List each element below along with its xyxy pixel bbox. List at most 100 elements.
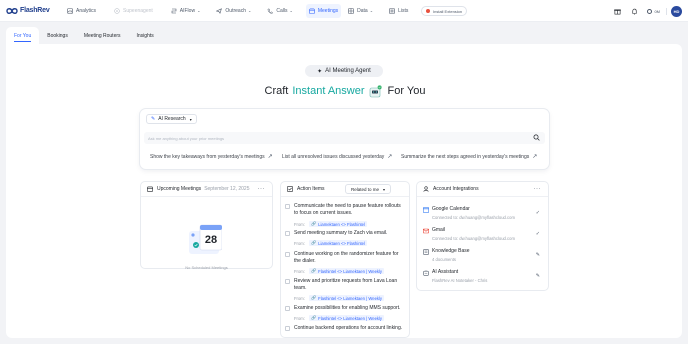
chrome-icon [426,9,430,13]
install-extension-button[interactable]: Install Extension [421,6,468,16]
credits-badge[interactable]: 0M [647,8,660,14]
from-label: From: [294,221,305,227]
suggestion-text: Summarize the next steps agreed in yeste… [401,153,530,160]
integration-status-text: Connected to: dw.huang@myflashcloud.com [432,236,515,241]
search-icon[interactable] [533,134,540,141]
integration-google-calendar[interactable]: Google Calendar Connected to: dw.huang@m… [421,204,544,226]
edit-icon[interactable]: ✎ [536,252,540,258]
action-source: From: 🔗 Liamektaen <> Flashintel [294,240,367,246]
action-checkbox[interactable] [285,326,290,331]
flashrev-logo[interactable]: FlashRev [6,7,62,15]
upcoming-meetings-card: Upcoming Meetings September 12, 2025 ···… [140,181,273,270]
meeting-link-text: Liamektaen <> Flashintel [318,221,365,227]
card-title: Action Items [297,186,325,192]
brand-name: FlashRev [20,7,50,14]
meeting-link-text: Flashintel <> Liamektaen | Weekly [318,295,383,301]
knowledge-base-icon [423,249,429,255]
checklist-icon [287,186,293,192]
action-checkbox[interactable] [285,279,290,284]
meeting-link[interactable]: 🔗 Flashintel <> Liamektaen | Weekly [308,315,385,321]
agent-pill-label: AI Meeting Agent [325,68,371,74]
research-icon: ✎ [151,116,156,122]
filter-label: Related to me [350,186,379,192]
more-options-icon[interactable]: ··· [534,186,542,192]
ai-search-card: ✎ AI Research ▾ Ask me anything about yo… [140,109,549,169]
top-navigation-bar: FlashRev Analytics Supeenagent AIFlow ⌄ … [0,0,688,22]
install-extension-label: Install Extension [433,8,463,14]
nav-aiflow[interactable]: AIFlow ⌄ [168,4,204,18]
arrow-up-right-icon: ↗ [387,154,393,160]
ai-research-label: AI Research [158,116,186,122]
meeting-link-text: Flashintel <> Liamektaen | Weekly [318,268,383,274]
link-icon: 🔗 [310,240,317,245]
suggestion-2[interactable]: List all unresolved issues discussed yes… [282,153,393,161]
suggestion-text: List all unresolved issues discussed yes… [282,153,385,160]
connected-check-icon: ✓ [535,231,540,237]
hero-heading: Craft Instant Answer For You [255,82,435,100]
card-title: Account Integrations [433,186,479,192]
suggestion-text: Show the key takeaways from yesterday's … [150,153,265,160]
integration-gmail[interactable]: Gmail Connected to: dw.huang@myflashclou… [421,225,544,247]
gmail-icon [423,228,429,234]
card-title: Upcoming Meetings [157,186,202,192]
action-items-card: Action Items Related to me ▾ Communicate… [280,181,410,338]
bell-icon[interactable] [630,7,638,15]
nav-label: Meetings [317,7,339,14]
nav-superagent[interactable]: Supeenagent [111,4,156,18]
nav-lists[interactable]: Lists [386,4,411,18]
action-items-list: Communicate the need to pause feature ro… [281,198,409,337]
nav-label: Supeenagent [123,7,153,14]
link-icon: 🔗 [310,268,317,273]
outreach-icon [216,7,223,14]
action-checkbox[interactable] [285,252,290,257]
action-checkbox[interactable] [285,306,290,311]
integration-name: Google Calendar [432,206,470,212]
related-to-me-dropdown[interactable]: Related to me ▾ [344,184,391,194]
search-input[interactable]: Ask me anything about your prior meeting… [144,132,545,144]
analytics-icon [67,7,73,14]
tab-insights[interactable]: Insights [128,27,162,44]
nav-outreach[interactable]: Outreach ⌄ [213,4,254,18]
ai-research-dropdown[interactable]: ✎ AI Research ▾ [146,114,197,124]
suggestion-3[interactable]: Summarize the next steps agreed in yeste… [401,153,537,161]
action-checkbox[interactable] [285,204,290,209]
active-tab-underline [14,41,31,42]
meeting-link[interactable]: 🔗 Liamektaen <> Flashintel [308,221,367,227]
nav-data[interactable]: Data ⌄ [345,4,376,18]
sparkle-icon: ✦ [317,68,323,75]
tab-meeting-routers[interactable]: Meeting Routers [75,27,129,44]
nav-analytics[interactable]: Analytics [64,4,99,18]
link-icon: 🔗 [310,295,317,300]
meeting-link[interactable]: 🔗 Flashintel <> Liamektaen | Weekly [308,295,385,301]
main-nav: Analytics Supeenagent AIFlow ⌄ Outreach … [62,0,411,22]
nav-label: Data [357,7,368,14]
google-calendar-icon [423,207,429,213]
hero-accent: Instant Answer [292,85,365,97]
integration-status-text: FlashRev AI Notetaker - Chris [432,278,488,283]
meeting-link[interactable]: 🔗 Liamektaen <> Flashintel [308,240,367,246]
nav-meetings[interactable]: Meetings [305,3,342,18]
top-right-icons: 0M HD [613,0,688,22]
edit-icon[interactable]: ✎ [536,273,540,279]
avatar[interactable]: HD [671,5,682,17]
calendar-day-number: 28 [205,234,217,246]
action-checkbox[interactable] [285,231,290,236]
action-text: Examine possibilities for enabling MMS s… [294,305,401,311]
link-icon: 🔗 [310,315,317,320]
meeting-link[interactable]: 🔗 Flashintel <> Liamektaen | Weekly [308,268,385,274]
nav-label: Outreach [225,7,246,14]
chevron-down-icon: ▾ [382,186,385,192]
action-text: Continue backend operations for account … [294,325,403,331]
gift-icon[interactable] [613,7,621,15]
suggestion-1[interactable]: Show the key takeaways from yesterday's … [150,153,273,161]
nav-calls[interactable]: Calls ⌄ [264,4,295,18]
action-text: Continue working on the randomizer featu… [294,251,399,264]
more-options-icon[interactable]: ··· [258,186,266,192]
integration-name: Knowledge Base [432,248,470,254]
upcoming-date: September 12, 2025 [204,186,250,192]
data-icon [348,7,354,14]
tab-bookings[interactable]: Bookings [39,27,76,44]
integration-knowledge-base[interactable]: Knowledge Base 4 documents ✎ [421,246,544,268]
coin-icon [647,8,653,14]
integration-ai-assistant[interactable]: AI Assistant FlashRev AI Notetaker - Chr… [421,267,544,289]
